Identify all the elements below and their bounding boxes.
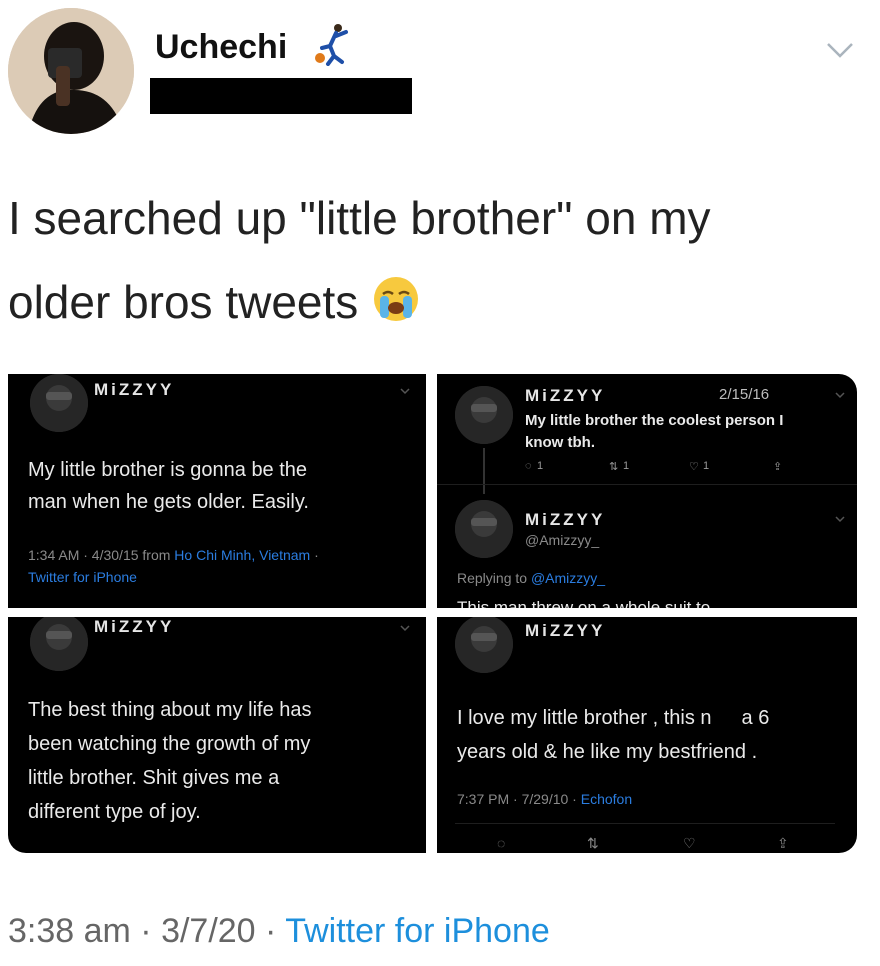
- panel-user-name: MiZZYY: [94, 380, 175, 399]
- like-icon: ♡: [683, 835, 696, 851]
- chevron-down-icon: [835, 392, 845, 399]
- panel-action-bar: ◌ ⇅ ♡ ⇪: [497, 835, 817, 851]
- loudly-crying-face-emoji-icon: [371, 266, 421, 321]
- tweet-text-line-1: I searched up "little brother" on my: [8, 192, 711, 244]
- panel-user-name: MiZZYY: [525, 386, 606, 405]
- panel-avatar: [455, 386, 513, 444]
- panel-body-fragment: I love my little brother , this n: [457, 707, 712, 729]
- tweet-time: 3:38 am · 3/7/20 ·: [8, 912, 286, 950]
- screenshot-panel-top-right: MiZZYY 2/15/16 My little brother the coo…: [437, 374, 857, 608]
- panel-tweet-body: My little brother the coolest person I k…: [525, 410, 783, 454]
- panel-tweet-body: My little brother is gonna be the man wh…: [28, 454, 309, 518]
- panel-tweet-body: I love my little brother , this n a 6 yea…: [457, 701, 769, 769]
- divider: [437, 484, 857, 485]
- panel-body-fragment: a 6: [741, 707, 770, 729]
- basketball-player-emoji-icon: [312, 22, 352, 75]
- panel-replying-to: Replying to @Amizzyy_: [457, 570, 605, 586]
- panel-meta-source-link: Twitter for iPhone: [28, 569, 137, 585]
- panel-user-name: MiZZYY: [94, 617, 175, 636]
- panel-body-line: The best thing about my life has: [28, 699, 312, 721]
- reply-count: 1: [537, 460, 544, 472]
- chevron-down-icon: [835, 516, 845, 523]
- author-avatar[interactable]: [8, 8, 134, 134]
- panel-tweet-meta: 1:34 AM · 4/30/15 from Ho Chi Minh, Viet…: [28, 544, 319, 588]
- divider: [455, 823, 835, 824]
- reply-icon: ◌: [497, 835, 506, 851]
- panel-user-name: MiZZYY: [525, 621, 606, 640]
- panel-body-line: different type of joy.: [28, 801, 201, 823]
- panel-body-line: years old & he like my bestfriend .: [457, 741, 758, 763]
- panel-body-line: man when he gets older. Easily.: [28, 491, 309, 513]
- panel-body-line: My little brother the coolest person I: [525, 412, 784, 429]
- replying-handle-link: @Amizzyy_: [530, 570, 606, 586]
- chevron-down-icon: [400, 625, 410, 632]
- panel-meta-separator: ·: [310, 547, 319, 563]
- tweet-text: I searched up "little brother" on my old…: [8, 176, 868, 344]
- tweet-timestamp: 3:38 am · 3/7/20 · Twitter for iPhone: [8, 912, 550, 951]
- panel-avatar: [30, 374, 88, 432]
- panel-body-line: little brother. Shit gives me a: [28, 767, 280, 789]
- panel-meta-time: 1:34 AM · 4/30/15 from: [28, 547, 175, 563]
- share-icon: ⇪: [777, 835, 789, 851]
- panel-avatar: [455, 617, 513, 673]
- tweet-text-line-2: older bros tweets: [8, 260, 868, 344]
- retweet-icon: ⇅: [609, 461, 619, 473]
- tweet-source-link[interactable]: Twitter for iPhone: [285, 912, 550, 950]
- like-count: 1: [703, 460, 710, 472]
- chevron-down-icon[interactable]: [822, 36, 858, 64]
- panel-meta-time: 7:37 PM · 7/29/10 ·: [457, 791, 581, 807]
- screenshot-panel-top-left: MiZZYY My little brother is gonna be the…: [8, 374, 426, 608]
- screenshot-panel-bottom-left: MiZZYY The best thing about my life has …: [8, 617, 426, 853]
- panel-body-line: My little brother is gonna be the: [28, 459, 308, 481]
- retweet-icon: ⇅: [587, 835, 599, 851]
- panel-cut-text: This man threw on a whole suit to: [457, 598, 711, 608]
- panel-meta-location-link: Ho Chi Minh, Vietnam: [174, 547, 311, 563]
- panel-tweet-body: The best thing about my life has been wa…: [28, 693, 312, 829]
- panel-user-name: MiZZYY: [525, 510, 606, 529]
- tweet-text-line-2-words: older bros tweets: [8, 276, 359, 328]
- panel-avatar: [30, 617, 88, 671]
- chevron-down-icon: [400, 388, 410, 395]
- screenshot-panel-bottom-right: MiZZYY I love my little brother , this n…: [437, 617, 857, 853]
- retweet-count: 1: [623, 460, 630, 472]
- panel-body-line: been watching the growth of my: [28, 733, 311, 755]
- share-icon: ⇪: [773, 461, 783, 473]
- replying-prefix: Replying to: [457, 570, 531, 586]
- panel-body-line: know tbh.: [525, 434, 595, 451]
- panel-avatar: [455, 500, 513, 558]
- author-name[interactable]: Uchechi: [155, 28, 287, 67]
- panel-user-handle: @Amizzyy_: [525, 532, 600, 548]
- panel-meta-source-link: Echofon: [580, 791, 633, 807]
- reply-icon: ◌: [525, 460, 532, 472]
- redacted-handle: [150, 78, 412, 114]
- thread-line: [483, 448, 485, 494]
- panel-action-bar: ◌ 1 ⇅ 1 ♡ 1 ⇪: [525, 460, 825, 476]
- panel-tweet-date: 2/15/16: [719, 386, 770, 403]
- panel-body-line: I love my little brother , this n a 6: [457, 701, 769, 735]
- panel-tweet-meta: 7:37 PM · 7/29/10 · Echofon: [457, 791, 632, 807]
- like-icon: ♡: [689, 461, 699, 473]
